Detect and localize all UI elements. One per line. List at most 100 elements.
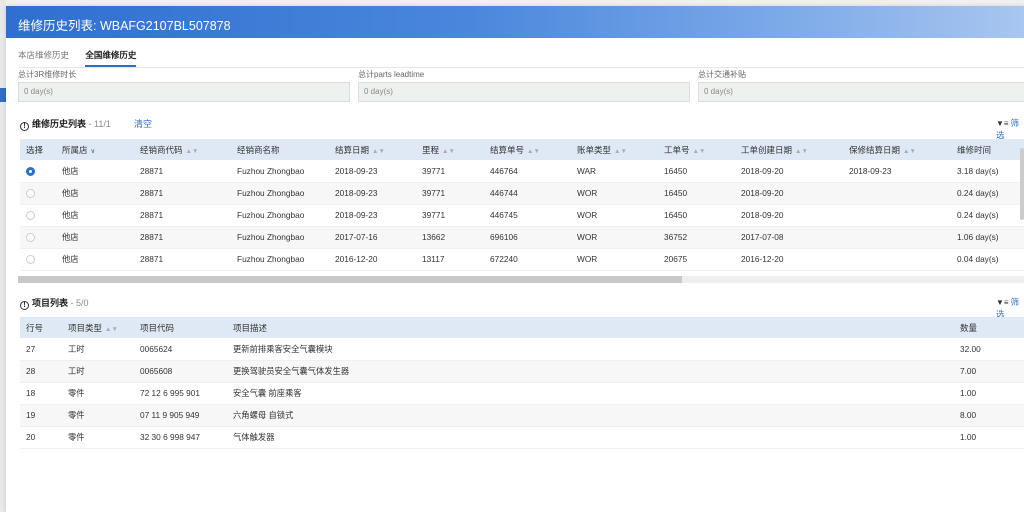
table-cell: 0065624 [134, 338, 227, 361]
column-header[interactable]: 保修结算日期 ▲▼ [843, 139, 951, 160]
column-header[interactable]: 里程 ▲▼ [416, 139, 484, 160]
totals-row: 总计3R维修时长 0 day(s) 总计parts leadtime 0 day… [18, 68, 1024, 106]
column-header[interactable]: 项目描述 [227, 317, 954, 338]
history-horizontal-scrollbar[interactable] [18, 276, 1024, 283]
sort-icon[interactable]: ▲▼ [693, 148, 706, 155]
table-cell: WOR [571, 248, 658, 271]
sort-icon[interactable]: ▲▼ [903, 148, 916, 155]
table-row[interactable]: 他店 28871 Fuzhou Zhongbao 2018-09-23 39771 446… [20, 182, 1024, 205]
filter-icon: ▼≡ [996, 119, 1009, 128]
column-header[interactable]: 项目类型 ▲▼ [62, 317, 134, 338]
history-vertical-scrollbar[interactable] [1020, 148, 1024, 220]
table-cell: 32 30 6 998 947 [134, 426, 227, 449]
column-header[interactable]: 经销商代码 ▲▼ [134, 139, 231, 160]
row-radio[interactable] [26, 211, 35, 221]
table-cell: 7.00 [954, 360, 1024, 383]
table-cell [843, 204, 951, 227]
row-radio[interactable] [26, 166, 35, 176]
table-row[interactable]: 他店 28871 Fuzhou Zhongbao 2017-07-16 13662 696… [20, 226, 1024, 249]
history-filter-button[interactable]: ▼≡ 筛选 [996, 117, 1024, 141]
sort-icon[interactable]: ▲▼ [614, 148, 627, 155]
column-header-label: 账单类型 [577, 144, 612, 155]
column-header[interactable]: 工单号 ▲▼ [658, 139, 735, 160]
row-radio[interactable] [26, 255, 35, 265]
select-cell[interactable] [20, 204, 56, 227]
column-header[interactable]: 项目代码 [134, 317, 227, 338]
column-header[interactable]: 维修时间 [951, 139, 1024, 160]
tab-store-history[interactable]: 本店维修历史 [18, 49, 69, 65]
table-cell: 36752 [658, 226, 735, 249]
table-cell [843, 248, 951, 271]
history-title: 维修历史列表 [32, 119, 87, 129]
tab-bar: 本店维修历史 全国维修历史 [18, 49, 150, 67]
column-header-label: 项目类型 [68, 322, 103, 333]
total-transport-allowance: 总计交通补贴 0 day(s) [698, 68, 1024, 102]
sort-icon[interactable]: ▲▼ [442, 148, 455, 155]
column-header[interactable]: 账单类型 ▲▼ [571, 139, 658, 160]
tab-national-history[interactable]: 全国维修历史 [85, 49, 137, 67]
scrollbar-thumb[interactable] [18, 276, 682, 283]
select-cell[interactable] [20, 182, 56, 205]
column-header-label: 经销商代码 [140, 144, 183, 155]
table-cell: 72 12 6 995 901 [134, 382, 227, 405]
table-cell: 16450 [658, 182, 735, 205]
sort-icon[interactable]: ▲▼ [105, 326, 118, 333]
items-title: 项目列表 [32, 298, 69, 308]
table-cell: 2018-09-23 [329, 182, 416, 205]
table-cell: 零件 [62, 382, 134, 405]
table-cell: 1.00 [954, 426, 1024, 449]
column-header[interactable]: 经销商名称 [231, 139, 329, 160]
clear-link[interactable]: 清空 [134, 117, 152, 130]
column-header-label: 数量 [960, 322, 978, 333]
column-header[interactable]: 工单创建日期 ▲▼ [735, 139, 843, 160]
column-header[interactable]: 选择 [20, 139, 56, 160]
table-cell: Fuzhou Zhongbao [231, 248, 329, 271]
table-cell: 他店 [56, 248, 134, 271]
column-header[interactable]: 所属店 ∨ [56, 139, 134, 160]
table-row[interactable]: 19 零件 07 11 9 905 949 六角螺母 自锁式 8.00 [20, 404, 1024, 427]
history-count: - 11/1 [88, 119, 111, 129]
table-row[interactable]: 他店 28871 Fuzhou Zhongbao 2016-12-20 13117 672… [20, 248, 1024, 271]
column-header[interactable]: 结算日期 ▲▼ [329, 139, 416, 160]
total-label: 总计交通补贴 [698, 70, 746, 79]
table-cell: 672240 [484, 248, 571, 271]
sort-icon[interactable]: ▲▼ [527, 148, 540, 155]
column-header-label: 项目描述 [233, 322, 268, 333]
table-cell: 20 [20, 426, 62, 449]
table-cell: 2018-09-23 [329, 204, 416, 227]
sort-icon[interactable]: ▲▼ [186, 148, 199, 155]
chevron-down-icon[interactable]: ∨ [91, 148, 96, 155]
table-row[interactable]: 20 零件 32 30 6 998 947 气体触发器 1.00 [20, 426, 1024, 449]
sort-icon[interactable]: ▲▼ [372, 148, 385, 155]
table-cell: 2016-12-20 [735, 248, 843, 271]
table-row[interactable]: 28 工时 0065608 更换驾驶员安全气囊气体发生器 7.00 [20, 360, 1024, 383]
total-3r-duration-field: 0 day(s) [18, 82, 350, 102]
sort-icon[interactable]: ▲▼ [795, 148, 808, 155]
table-cell: 他店 [56, 182, 134, 205]
select-cell[interactable] [20, 160, 56, 183]
column-header[interactable]: 数量 [954, 317, 1024, 338]
column-header-label: 工单创建日期 [741, 144, 793, 155]
table-cell: 六角螺母 自锁式 [227, 404, 954, 427]
table-row[interactable]: 18 零件 72 12 6 995 901 安全气囊 前座乘客 1.00 [20, 382, 1024, 405]
table-cell: 工时 [62, 338, 134, 361]
table-cell: 32.00 [954, 338, 1024, 361]
total-label: 总计3R维修时长 [18, 70, 77, 79]
table-cell: 0.04 day(s) [951, 248, 1024, 271]
row-radio[interactable] [26, 233, 35, 243]
row-radio[interactable] [26, 189, 35, 199]
select-cell[interactable] [20, 248, 56, 271]
table-cell: 28871 [134, 204, 231, 227]
table-row[interactable]: 27 工时 0065624 更新前排乘客安全气囊模块 32.00 [20, 338, 1024, 361]
column-header[interactable]: 结算单号 ▲▼ [484, 139, 571, 160]
column-header-label: 项目代码 [140, 322, 175, 333]
dialog-title: 维修历史列表: WBAFG2107BL507878 [18, 19, 231, 33]
table-cell: 2017-07-16 [329, 226, 416, 249]
column-header-label: 行号 [26, 322, 44, 333]
column-header[interactable]: 行号 [20, 317, 62, 338]
table-cell: 2017-07-08 [735, 226, 843, 249]
total-label: 总计parts leadtime [358, 70, 425, 79]
select-cell[interactable] [20, 226, 56, 249]
table-row[interactable]: 他店 28871 Fuzhou Zhongbao 2018-09-23 39771 446… [20, 160, 1024, 183]
table-row[interactable]: 他店 28871 Fuzhou Zhongbao 2018-09-23 39771 446… [20, 204, 1024, 227]
